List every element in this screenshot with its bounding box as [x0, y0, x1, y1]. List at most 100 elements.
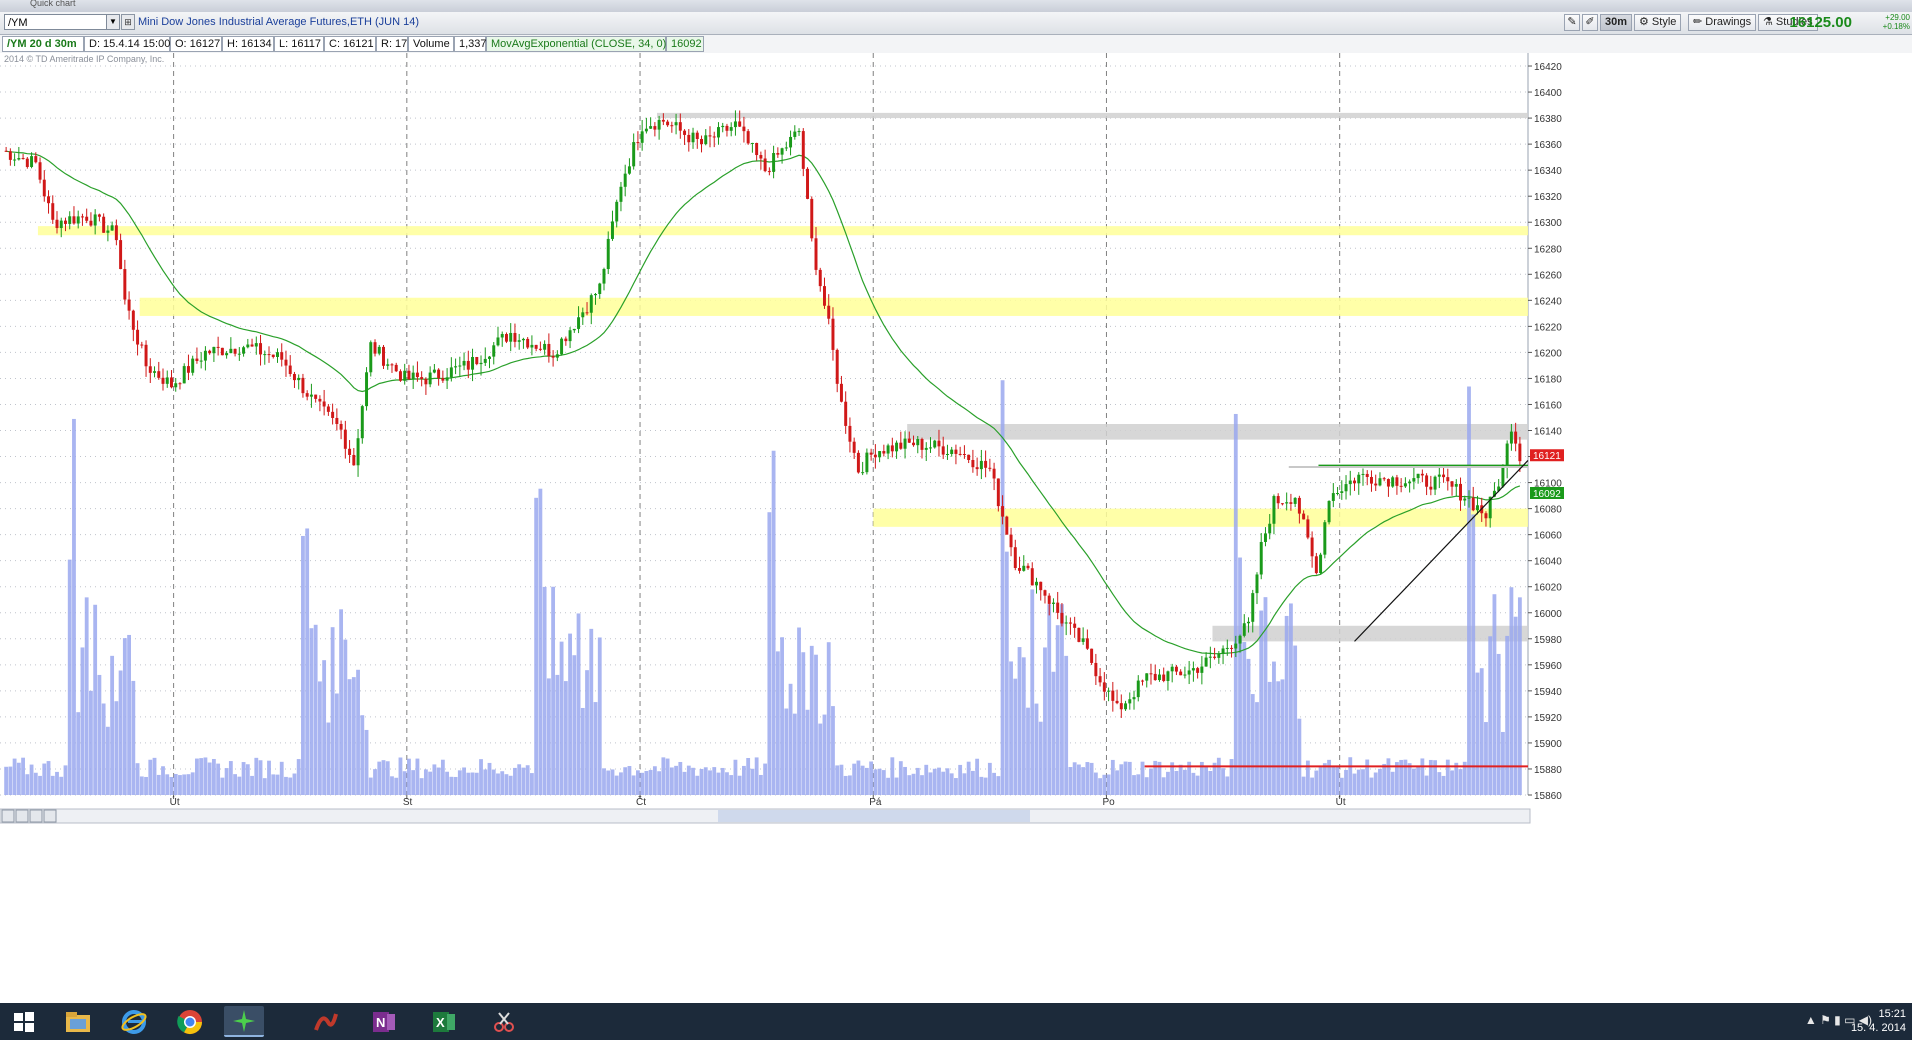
volume-bar	[623, 767, 628, 795]
candle-body	[80, 216, 84, 218]
bar-high: H: 16134	[222, 36, 274, 52]
volume-bar	[504, 774, 509, 795]
volume-bar	[954, 778, 958, 795]
candle-body	[280, 352, 284, 360]
volume-bar	[1123, 761, 1128, 795]
file-explorer-icon[interactable]	[58, 1006, 98, 1037]
volume-bar	[843, 775, 848, 795]
candle-body	[920, 439, 924, 450]
volume-bar	[114, 701, 119, 795]
volume-bar	[1314, 770, 1319, 795]
volume-bar	[669, 767, 674, 795]
period-button[interactable]: 30m	[1600, 14, 1633, 31]
zone	[907, 424, 1528, 440]
candle-body	[1297, 497, 1301, 514]
candle-body	[568, 330, 572, 342]
thinkorswim-icon[interactable]	[224, 1006, 264, 1037]
candle-body	[1514, 431, 1518, 444]
candle-body	[246, 344, 250, 348]
volume-bar	[1238, 557, 1242, 795]
volume-bar	[84, 597, 89, 795]
symbol-link-icon[interactable]: ⊞	[121, 14, 135, 30]
volume-bar	[267, 760, 271, 795]
volume-bar	[585, 670, 589, 795]
candle-body	[165, 377, 169, 384]
change-abs: +29.00	[1885, 13, 1910, 22]
volume-bar	[1471, 514, 1476, 795]
candle-body	[292, 373, 296, 381]
volume-bar	[313, 624, 318, 795]
volume-bar	[419, 778, 424, 795]
internet-explorer-icon[interactable]	[114, 1006, 154, 1037]
candle-body	[68, 216, 72, 224]
volume-bar	[945, 768, 950, 795]
volume-bar	[1416, 765, 1421, 795]
study-label[interactable]: MovAvgExponential (CLOSE, 34, 0)	[486, 36, 666, 52]
volume-bar	[602, 768, 606, 795]
y-tick-label: 16000	[1534, 609, 1562, 620]
zone	[139, 297, 1529, 316]
volume-bar	[911, 773, 916, 795]
candle-body	[407, 370, 411, 380]
y-tick-label: 15920	[1534, 713, 1562, 724]
volume-bar	[339, 609, 344, 795]
candle-body	[1319, 554, 1323, 574]
candle-body	[1234, 643, 1238, 649]
excel-icon[interactable]: X	[424, 1006, 464, 1037]
candle-body	[356, 438, 360, 466]
candle-body	[1081, 638, 1085, 642]
candle-body	[42, 179, 46, 197]
candle-body	[1200, 666, 1204, 673]
style-button[interactable]: ⚙ Style	[1634, 14, 1682, 31]
volume-bar	[529, 773, 534, 795]
pan-icon[interactable]	[43, 809, 57, 823]
volume-bar	[241, 762, 246, 795]
symbol-dropdown-arrow[interactable]: ▼	[106, 14, 120, 30]
volume-bar	[886, 777, 890, 795]
candle-body	[403, 370, 407, 381]
symbol-input[interactable]: /YM	[4, 14, 120, 30]
candle-body	[462, 360, 466, 366]
volume-bar	[301, 535, 305, 795]
volume-bar	[351, 677, 356, 795]
volume-bar	[1284, 615, 1289, 795]
drawings-icon: ✏	[1693, 16, 1706, 28]
volume-bar	[775, 651, 780, 795]
price-chart[interactable]: 15860 15880 15900 15920 15940 15960 15980 16000…	[0, 53, 1912, 1003]
candle-body	[55, 219, 59, 229]
taskbar-clock[interactable]: 15:21 15. 4. 2014	[1851, 1007, 1906, 1035]
y-tick-label: 16060	[1534, 531, 1562, 542]
crosshair-tool-icon[interactable]: ✎	[1564, 14, 1580, 31]
volume-bar	[67, 559, 72, 795]
draw-tool-icon[interactable]: ✐	[1582, 14, 1598, 31]
zoom-reset-icon[interactable]	[15, 809, 29, 823]
volume-bar	[479, 759, 483, 795]
candle-body	[1247, 621, 1250, 624]
candle-body	[619, 186, 623, 202]
candle-body	[326, 406, 330, 412]
zone	[873, 508, 1528, 527]
zoom-in-icon[interactable]	[29, 809, 43, 823]
volume-bar	[1038, 721, 1043, 795]
windows-logo-icon[interactable]	[4, 1006, 44, 1037]
volume-bar	[1064, 655, 1069, 795]
candle-body	[1509, 431, 1513, 444]
candle-body	[564, 338, 568, 342]
volume-bar	[576, 613, 581, 795]
y-tick-label: 16160	[1534, 400, 1562, 411]
onenote-icon[interactable]: N	[364, 1006, 404, 1037]
chart-spec[interactable]: /YM 20 d 30m	[2, 36, 84, 52]
chrome-icon[interactable]	[170, 1006, 210, 1037]
snipping-tool-icon[interactable]	[484, 1006, 524, 1037]
y-tick-label: 16240	[1534, 296, 1562, 307]
red-app-icon[interactable]	[306, 1006, 346, 1037]
candle-body	[242, 347, 246, 354]
zoom-out-icon[interactable]	[1, 809, 15, 823]
candle-body	[941, 446, 945, 455]
drawings-button[interactable]: ✏ Drawings	[1688, 14, 1757, 31]
candle-body	[1302, 513, 1306, 520]
volume-bar	[657, 771, 662, 795]
candle-body	[1221, 648, 1225, 654]
candle-body	[420, 377, 424, 379]
candle-body	[937, 440, 941, 447]
